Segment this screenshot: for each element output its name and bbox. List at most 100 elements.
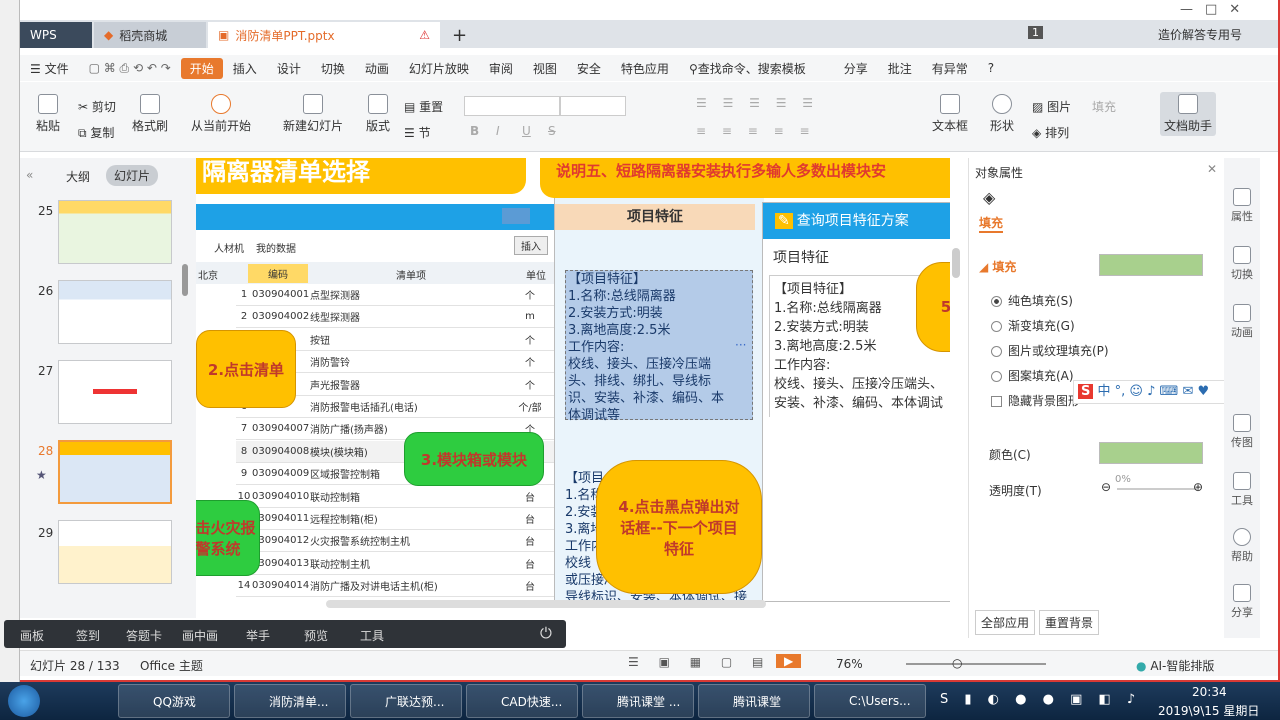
apply-all-button[interactable]: 全部应用 bbox=[975, 610, 1036, 635]
table-row[interactable]: 10 030904010 联动控制箱台 bbox=[236, 486, 554, 508]
minus-icon[interactable]: ⊖ bbox=[1101, 480, 1111, 494]
menu-file[interactable]: ☰ 文件 bbox=[20, 60, 79, 77]
side-switch-button[interactable]: 切换 bbox=[1224, 246, 1260, 282]
account-name[interactable]: 造价解答专用号 bbox=[1158, 26, 1242, 43]
col-filter[interactable]: 北京 bbox=[198, 267, 218, 282]
new-slide-button[interactable]: 新建幻灯片 bbox=[278, 94, 348, 134]
slide-thumbnail[interactable] bbox=[58, 520, 172, 584]
menu-design[interactable]: 设计 bbox=[267, 60, 311, 77]
side-upload-button[interactable]: 传图 bbox=[1224, 414, 1260, 450]
shape-button[interactable]: 形状 bbox=[984, 94, 1020, 134]
format-painter-button[interactable]: 格式刷 bbox=[130, 94, 170, 134]
more-dots-icon[interactable]: ··· bbox=[735, 338, 746, 352]
slide-thumbnail[interactable] bbox=[58, 280, 172, 344]
clock-time[interactable]: 20:34 bbox=[1192, 685, 1227, 699]
slide-thumbnail[interactable] bbox=[58, 200, 172, 264]
fill-option[interactable]: 纯色填充(S) bbox=[991, 292, 1073, 309]
outline-tab[interactable]: 大纲 bbox=[66, 168, 90, 185]
taskbar-item[interactable]: 腾讯课堂 bbox=[698, 684, 810, 718]
taskbar-item[interactable]: CAD快速... bbox=[466, 684, 578, 718]
fill-option[interactable]: 图案填充(A) bbox=[991, 367, 1074, 384]
table-row[interactable]: 11030904011远程控制箱(柜)台 bbox=[236, 508, 554, 530]
reset-bg-button[interactable]: 重置背景 bbox=[1039, 610, 1100, 635]
help-icon[interactable]: ? bbox=[978, 61, 1004, 75]
table-row[interactable]: 14 030904014 消防广播及对讲电话主机(柜) 台 bbox=[236, 575, 554, 598]
taskbar-item[interactable]: 广联达预... bbox=[350, 684, 462, 718]
taskbar-item[interactable]: 腾讯课堂 ... bbox=[582, 684, 694, 718]
tab-wps[interactable]: WPS bbox=[20, 22, 92, 48]
zoom-level[interactable]: 76% bbox=[836, 657, 863, 671]
slides-tab[interactable]: 幻灯片 bbox=[106, 165, 159, 186]
collapse-icon[interactable]: « bbox=[26, 168, 33, 182]
zoom-thumb[interactable]: ○ bbox=[952, 656, 962, 670]
ime-toolbar[interactable]: S 中 °, ☺ ♪ ⌨ ✉ ♥ bbox=[1073, 380, 1233, 404]
fill-color-select[interactable] bbox=[1099, 254, 1203, 276]
underline-button[interactable]: U bbox=[522, 124, 531, 138]
slide-canvas[interactable]: 隔离器清单选择 说明五、短路隔离器安装执行多输人多数出模块安 人材机 我的数据 … bbox=[196, 158, 950, 608]
fill-button[interactable]: 填充 bbox=[1092, 98, 1116, 115]
table-row[interactable]: 13030904013联动控制主机台 bbox=[236, 553, 554, 575]
v-scrollbar[interactable] bbox=[952, 248, 960, 278]
reset-button[interactable]: ▤ 重置 bbox=[404, 98, 443, 115]
ai-layout-button[interactable]: ● AI-智能排版 bbox=[1136, 657, 1214, 674]
color-select[interactable] bbox=[1099, 442, 1203, 464]
fill-section[interactable]: ◢ 填充 bbox=[979, 258, 1016, 275]
panel-close-icon[interactable]: ✕ bbox=[1207, 162, 1217, 176]
share-button[interactable]: 分享 bbox=[834, 60, 878, 77]
whiteboard-button[interactable]: 画板 bbox=[20, 627, 44, 644]
panel-scrollbar[interactable] bbox=[182, 264, 188, 296]
tray-icons[interactable]: S ▮ ◐ ● ● ▣ ◧ ♪ bbox=[940, 692, 1141, 707]
transparency-slider[interactable] bbox=[1117, 488, 1197, 490]
table-row[interactable]: 12030904012火灾报警系统控制主机台 bbox=[236, 530, 554, 553]
menu-animation[interactable]: 动画 bbox=[355, 60, 399, 77]
minimize-icon[interactable]: — bbox=[1180, 2, 1193, 17]
fill-option[interactable]: 渐变填充(G) bbox=[991, 317, 1075, 334]
h-scrollbar[interactable] bbox=[326, 600, 766, 608]
slide-thumbnail[interactable] bbox=[58, 360, 172, 424]
assistant-button[interactable]: 文档助手 bbox=[1160, 92, 1216, 136]
zoom-slider[interactable] bbox=[906, 663, 1046, 665]
side-share-button[interactable]: 分享 bbox=[1224, 584, 1260, 620]
strike-button[interactable]: S bbox=[548, 124, 556, 138]
copy-button[interactable]: ⧉ 复制 bbox=[78, 124, 114, 141]
insert-button[interactable]: 插入 bbox=[514, 236, 548, 255]
side-tools-button[interactable]: 工具 bbox=[1224, 472, 1260, 508]
feature-textbox[interactable]: 【项目特征】 1.名称:总线隔离器 2.安装方式:明装 3.离地高度:2.5米 工作内容… bbox=[565, 270, 753, 423]
answer-card-button[interactable]: 答题卡 bbox=[126, 627, 162, 644]
menu-insert[interactable]: 插入 bbox=[223, 60, 267, 77]
table-row[interactable]: 1 030904001 点型探测器 个 bbox=[236, 284, 554, 306]
taskbar-item[interactable]: QQ游戏 bbox=[118, 684, 230, 718]
pip-button[interactable]: 画中画 bbox=[182, 627, 218, 644]
font-name-select[interactable] bbox=[464, 96, 560, 116]
sheet-tab[interactable]: 我的数据 bbox=[256, 240, 296, 255]
comment-button[interactable]: 批注 bbox=[878, 60, 922, 77]
side-help-button[interactable]: 帮助 bbox=[1224, 528, 1260, 564]
tab-store[interactable]: ◆ 稻壳商城 bbox=[94, 22, 206, 48]
new-tab-button[interactable]: + bbox=[442, 22, 477, 48]
tab-document[interactable]: ▣ 消防清单PPT.pptx ⚠ bbox=[208, 22, 440, 48]
arrange-button[interactable]: ◈ 排列 bbox=[1032, 124, 1069, 141]
start-button[interactable] bbox=[8, 685, 40, 717]
menu-home[interactable]: 开始 bbox=[180, 57, 223, 79]
command-search[interactable]: ⚲查找命令、搜索模板 bbox=[679, 60, 816, 77]
menu-slideshow[interactable]: 幻灯片放映 bbox=[399, 60, 479, 77]
checkin-button[interactable]: 签到 bbox=[76, 627, 100, 644]
raise-hand-button[interactable]: 举手 bbox=[246, 627, 270, 644]
plus-icon[interactable]: ⊕ bbox=[1193, 480, 1203, 494]
side-anim-button[interactable]: 动画 bbox=[1224, 304, 1260, 340]
table-row[interactable]: 2 030904002 线型探测器 m bbox=[236, 306, 554, 329]
menu-transition[interactable]: 切换 bbox=[311, 60, 355, 77]
slide-thumbnail-current[interactable] bbox=[58, 440, 172, 504]
power-icon[interactable]: ⏻ bbox=[540, 624, 552, 642]
side-attr-button[interactable]: 属性 bbox=[1224, 188, 1260, 224]
tools-button[interactable]: 工具 bbox=[360, 627, 384, 644]
menu-review[interactable]: 审阅 bbox=[479, 60, 523, 77]
layout-button[interactable]: 版式 bbox=[360, 94, 396, 134]
play-button[interactable]: ▶ bbox=[776, 654, 802, 668]
cut-button[interactable]: ✂ 剪切 bbox=[78, 98, 116, 115]
paste-button[interactable]: 粘贴 bbox=[32, 94, 64, 134]
view-buttons[interactable]: ☰ ▣ ▦ ▢ ▤ bbox=[628, 655, 771, 669]
fill-tab-icon[interactable]: ◈ bbox=[983, 188, 995, 207]
close-icon[interactable]: ✕ bbox=[1229, 2, 1240, 17]
hide-bg-checkbox[interactable]: 隐藏背景图形 bbox=[991, 392, 1080, 409]
